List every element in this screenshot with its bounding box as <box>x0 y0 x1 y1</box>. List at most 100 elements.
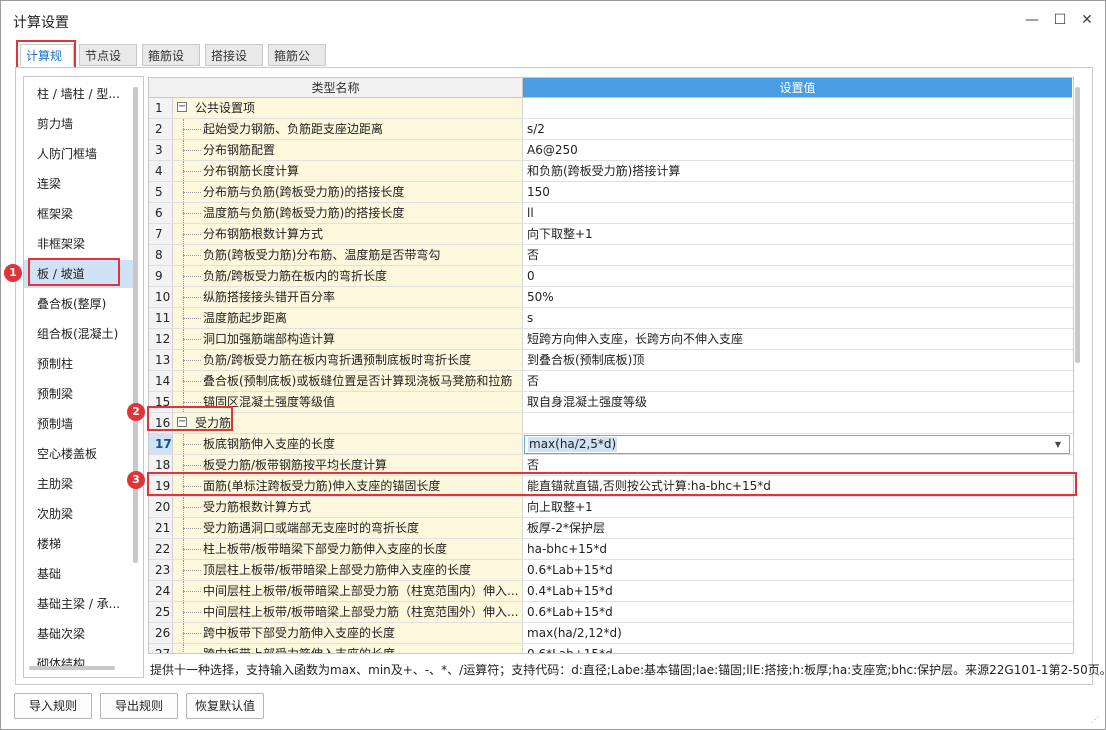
setting-name: 温度筋与负筋(跨板受力筋)的搭接长度 <box>203 206 405 220</box>
sidebar-item-masonry[interactable]: 砌体结构 <box>24 650 136 677</box>
value-cell[interactable]: 0.6*Lab+15*d <box>523 644 1072 653</box>
table-row[interactable]: 5 分布筋与负筋(跨板受力筋)的搭接长度 150 <box>149 182 1073 203</box>
row-number: 4 <box>149 161 173 181</box>
table-row[interactable]: 6 温度筋与负筋(跨板受力筋)的搭接长度 ll <box>149 203 1073 224</box>
tab-stirrup-settings[interactable]: 箍筋设置 <box>142 44 200 85</box>
value-cell[interactable]: 0.6*Lab+15*d <box>523 602 1072 622</box>
table-row[interactable]: 2 起始受力钢筋、负筋距支座边距离 s/2 <box>149 119 1073 140</box>
table-row[interactable]: 24 中间层柱上板带/板带暗梁上部受力筋（柱宽范围内）伸入... 0.4*Lab+1… <box>149 581 1073 602</box>
table-row[interactable]: 4 分布钢筋长度计算 和负筋(跨板受力筋)搭接计算 <box>149 161 1073 182</box>
value-cell[interactable]: 取自身混凝土强度等级 <box>523 392 1072 412</box>
row-number: 27 <box>149 644 173 653</box>
table-row[interactable]: 10 纵筋搭接接头错开百分率 50% <box>149 287 1073 308</box>
name-cell: 分布钢筋配置 <box>173 140 523 160</box>
column-header-name[interactable]: 类型名称 <box>149 78 523 98</box>
sidebar-item-civil-defense-frame-wall[interactable]: 人防门框墙 <box>24 140 136 168</box>
sidebar-item-foundation-secondary-beam[interactable]: 基础次梁 <box>24 620 136 648</box>
table-row[interactable]: 13 负筋/跨板受力筋在板内弯折遇预制底板时弯折长度 到叠合板(预制底板)顶 <box>149 350 1073 371</box>
value-cell[interactable]: 和负筋(跨板受力筋)搭接计算 <box>523 161 1072 181</box>
value-cell[interactable]: max(ha/2,12*d) <box>523 623 1072 643</box>
tab-node-settings[interactable]: 节点设置 <box>79 44 137 85</box>
sidebar-item-hollow-floor[interactable]: 空心楼盖板 <box>24 440 136 468</box>
value-cell[interactable]: 到叠合板(预制底板)顶 <box>523 350 1072 370</box>
table-row[interactable]: 15 锚固区混凝土强度等级值 取自身混凝土强度等级 <box>149 392 1073 413</box>
sidebar-item-main-rib-beam[interactable]: 主肋梁 <box>24 470 136 498</box>
value-input[interactable]: max(ha/2,5*d) <box>528 437 618 452</box>
value-cell[interactable]: 短跨方向伸入支座，长跨方向不伸入支座 <box>523 329 1072 349</box>
table-row[interactable]: 11 温度筋起步距离 s <box>149 308 1073 329</box>
sidebar-item-shear-wall[interactable]: 剪力墙 <box>24 110 136 138</box>
value-cell[interactable]: 150 <box>523 182 1072 202</box>
value-cell[interactable]: ha-bhc+15*d <box>523 539 1072 559</box>
close-icon[interactable]: ✕ <box>1076 9 1098 31</box>
sidebar-horizontal-scrollbar[interactable] <box>29 666 115 670</box>
annotation-badge-1: 1 <box>4 264 22 282</box>
table-row[interactable]: 26 跨中板带下部受力筋伸入支座的长度 max(ha/2,12*d) <box>149 623 1073 644</box>
value-cell[interactable]: 0 <box>523 266 1072 286</box>
value-cell[interactable]: 向下取整+1 <box>523 224 1072 244</box>
sidebar-item-secondary-rib-beam[interactable]: 次肋梁 <box>24 500 136 528</box>
collapse-icon[interactable]: − <box>177 102 187 112</box>
restore-default-button[interactable]: 恢复默认值 <box>186 693 264 719</box>
value-cell[interactable]: 否 <box>523 245 1072 265</box>
sidebar-item-precast-column[interactable]: 预制柱 <box>24 350 136 378</box>
chevron-down-icon[interactable]: ▼ <box>1055 436 1061 454</box>
sidebar-item-foundation[interactable]: 基础 <box>24 560 136 588</box>
tab-lap-settings[interactable]: 搭接设置 <box>205 44 263 85</box>
table-row[interactable]: 14 叠合板(预制底板)或板缝位置是否计算现浇板马凳筋和拉筋否 <box>149 371 1073 392</box>
value-cell[interactable]: s/2 <box>523 119 1072 139</box>
value-cell[interactable]: 否 <box>523 371 1072 391</box>
table-row[interactable]: 1− 公共设置项 <box>149 98 1073 119</box>
table-row[interactable]: 25 中间层柱上板带/板带暗梁上部受力筋（柱宽范围外）伸入... 0.6*Lab+1… <box>149 602 1073 623</box>
sidebar-item-precast-beam[interactable]: 预制梁 <box>24 380 136 408</box>
sidebar-item-composite-slab-full[interactable]: 叠合板(整厚) <box>24 290 136 318</box>
sidebar-item-coupling-beam[interactable]: 连梁 <box>24 170 136 198</box>
maximize-icon[interactable]: ☐ <box>1049 9 1071 31</box>
table-row[interactable]: 7 分布钢筋根数计算方式 向下取整+1 <box>149 224 1073 245</box>
value-cell[interactable] <box>523 98 1072 118</box>
table-row[interactable]: 27 跨中板带上部受力筋伸入支座的长度 0.6*Lab+15*d <box>149 644 1073 653</box>
value-cell[interactable] <box>523 413 1072 433</box>
minimize-icon[interactable]: — <box>1021 9 1043 31</box>
value-cell[interactable]: 板厚-2*保护层 <box>523 518 1072 538</box>
value-cell[interactable]: s <box>523 308 1072 328</box>
table-row[interactable]: 8 负筋(跨板受力筋)分布筋、温度筋是否带弯勾 否 <box>149 245 1073 266</box>
value-dropdown[interactable]: max(ha/2,5*d) ▼ <box>524 435 1070 454</box>
annotation-box-row19 <box>147 472 1077 496</box>
value-cell[interactable]: 0.4*Lab+15*d <box>523 581 1072 601</box>
sidebar-vertical-scrollbar[interactable] <box>133 87 138 563</box>
value-cell[interactable]: 向上取整+1 <box>523 497 1072 517</box>
value-cell[interactable]: ll <box>523 203 1072 223</box>
table-row[interactable]: 16− 受力筋 <box>149 413 1073 434</box>
value-cell[interactable]: A6@250 <box>523 140 1072 160</box>
sidebar-item-foundation-main-beam[interactable]: 基础主梁 / 承... <box>24 590 136 618</box>
export-rules-button[interactable]: 导出规则 <box>100 693 178 719</box>
grid-vertical-scrollbar[interactable] <box>1075 87 1080 363</box>
row-number: 22 <box>149 539 173 559</box>
table-row[interactable]: 23 顶层柱上板带/板带暗梁上部受力筋伸入支座的长度 0.6*Lab+15*d <box>149 560 1073 581</box>
table-row[interactable]: 21 受力筋遇洞口或端部无支座时的弯折长度 板厚-2*保护层 <box>149 518 1073 539</box>
table-row[interactable]: 12 洞口加强筋端部构造计算 短跨方向伸入支座，长跨方向不伸入支座 <box>149 329 1073 350</box>
table-row[interactable]: 17 板底钢筋伸入支座的长度 max(ha/2,5*d) ▼ <box>149 434 1073 455</box>
sidebar-item-frame-beam[interactable]: 框架梁 <box>24 200 136 228</box>
tree-connector <box>183 549 201 550</box>
sidebar-item-precast-wall[interactable]: 预制墙 <box>24 410 136 438</box>
table-row[interactable]: 22 柱上板带/板带暗梁下部受力筋伸入支座的长度 ha-bhc+15*d <box>149 539 1073 560</box>
table-row[interactable]: 20 受力筋根数计算方式 向上取整+1 <box>149 497 1073 518</box>
tree-connector <box>183 213 201 214</box>
import-rules-button[interactable]: 导入规则 <box>14 693 92 719</box>
sidebar-item-stairs[interactable]: 楼梯 <box>24 530 136 558</box>
sidebar-item-column[interactable]: 柱 / 墙柱 / 型... <box>24 80 136 108</box>
sidebar-item-combined-slab[interactable]: 组合板(混凝土) <box>24 320 136 348</box>
window-title: 计算设置 <box>13 15 69 31</box>
table-row[interactable]: 3 分布钢筋配置 A6@250 <box>149 140 1073 161</box>
column-header-value[interactable]: 设置值 <box>523 78 1072 98</box>
sidebar-item-non-frame-beam[interactable]: 非框架梁 <box>24 230 136 258</box>
name-cell: 跨中板带上部受力筋伸入支座的长度 <box>173 644 523 653</box>
resize-grip-icon[interactable]: ⋰ <box>1091 715 1099 724</box>
table-row[interactable]: 9 负筋/跨板受力筋在板内的弯折长度 0 <box>149 266 1073 287</box>
tab-stirrup-formula[interactable]: 箍筋公式 <box>268 44 326 85</box>
value-cell[interactable]: 0.6*Lab+15*d <box>523 560 1072 580</box>
tree-connector <box>183 633 201 634</box>
value-cell[interactable]: 50% <box>523 287 1072 307</box>
